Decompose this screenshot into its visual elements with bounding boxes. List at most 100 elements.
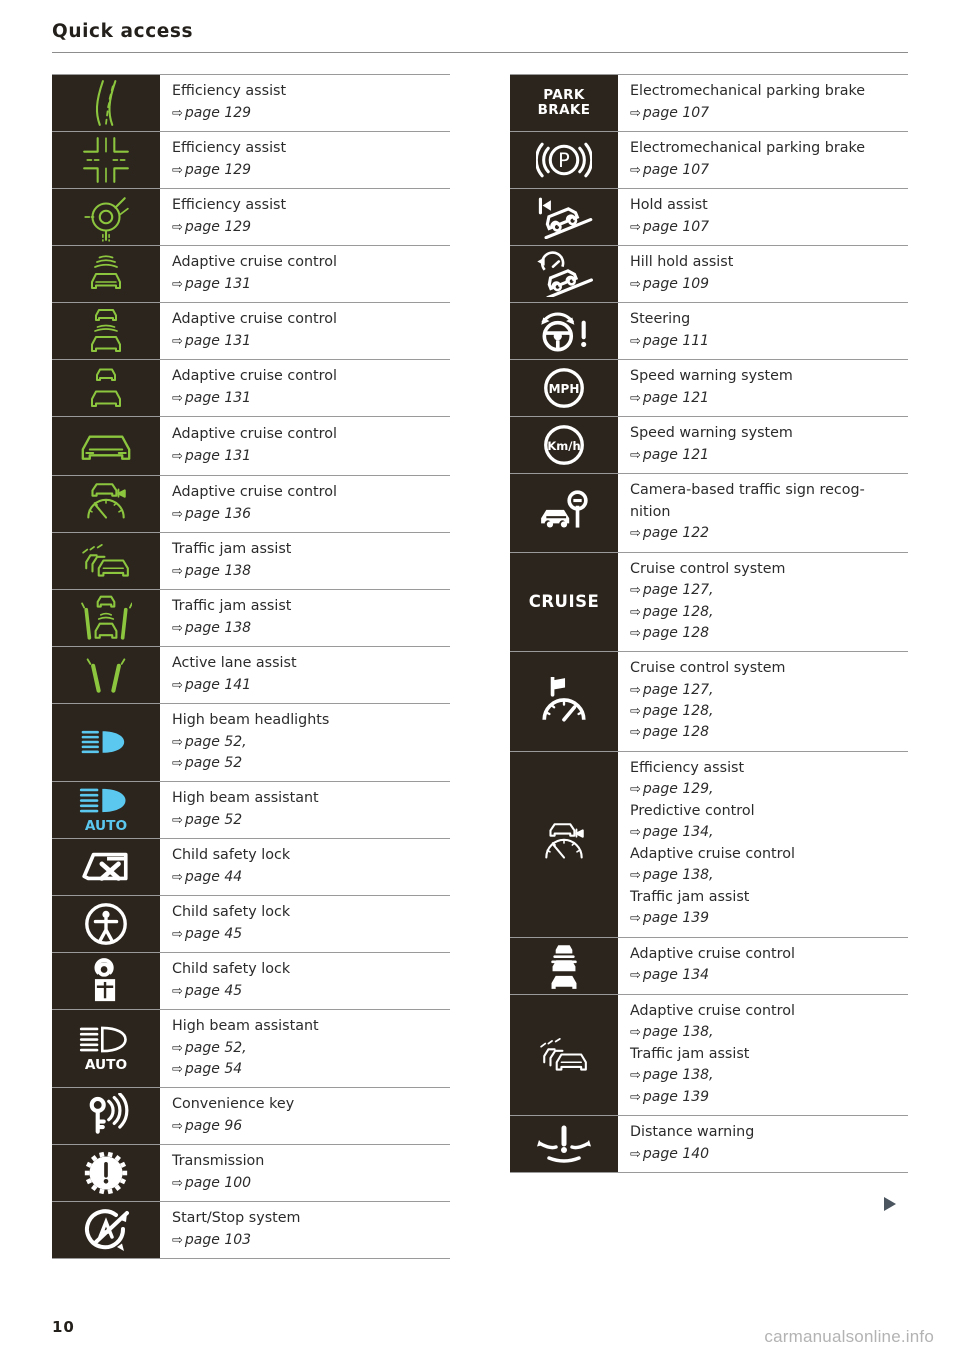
- table-row[interactable]: Cruise control system ⇨ page 127, ⇨ page 128…: [510, 652, 908, 752]
- table-row[interactable]: AUTO High beam assistant ⇨ page 52, ⇨ page 54: [52, 1010, 450, 1089]
- symbol-title: Adaptive cruise control: [630, 845, 795, 862]
- page-reference[interactable]: ⇨ page 139: [630, 1087, 904, 1108]
- table-row[interactable]: P Electromechanical parking brake ⇨ page 1…: [510, 131, 908, 189]
- page-reference[interactable]: ⇨ page 128: [630, 722, 904, 743]
- page-reference[interactable]: ⇨ page 129,: [630, 779, 904, 800]
- page-reference[interactable]: ⇨ page 138,: [630, 865, 904, 886]
- symbol-description: Start/Stop system ⇨ page 103: [162, 1202, 450, 1258]
- page-reference[interactable]: ⇨ page 129: [172, 160, 446, 181]
- page-reference[interactable]: ⇨ page 44: [172, 867, 446, 888]
- page-reference[interactable]: ⇨ page 111: [630, 331, 904, 352]
- page-reference[interactable]: ⇨ page 134,: [630, 822, 904, 843]
- table-row[interactable]: Distance warning ⇨ page 140: [510, 1115, 908, 1173]
- page-reference[interactable]: ⇨ page 107: [630, 160, 904, 181]
- table-row[interactable]: Adaptive cruise control ⇨ page 131: [52, 302, 450, 360]
- table-row[interactable]: Child safety lock ⇨ page 45: [52, 896, 450, 954]
- table-row[interactable]: Child safety lock ⇨ page 44: [52, 839, 450, 897]
- page-reference[interactable]: ⇨ page 52,: [172, 732, 446, 753]
- table-row[interactable]: Adaptive cruise control ⇨ page 131: [52, 245, 450, 303]
- page-reference[interactable]: ⇨ page 131: [172, 388, 446, 409]
- symbol-description: Child safety lock ⇨ page 45: [162, 953, 450, 1009]
- page-reference[interactable]: ⇨ page 45: [172, 981, 446, 1002]
- page-reference[interactable]: ⇨ page 138,: [630, 1065, 904, 1086]
- page-reference[interactable]: ⇨ page 122: [630, 523, 904, 544]
- page-reference[interactable]: ⇨ page 107: [630, 217, 904, 238]
- reference-arrow-icon: ⇨: [172, 755, 183, 771]
- table-row[interactable]: Adaptive cruise control ⇨ page 131: [52, 359, 450, 417]
- symbol-title: Distance warning: [630, 1123, 755, 1140]
- reference-arrow-icon: ⇨: [172, 812, 183, 828]
- table-row[interactable]: Transmission ⇨ page 100: [52, 1145, 450, 1203]
- symbol-description: Adaptive cruise control ⇨ page 138, Traffic…: [620, 995, 908, 1115]
- traffic-jam-cars-white-icon: [510, 994, 620, 1115]
- page-reference[interactable]: ⇨ page 128,: [630, 602, 904, 623]
- intersection-junction-icon: [52, 131, 162, 188]
- table-row[interactable]: MPH Speed warning system ⇨ page 121: [510, 359, 908, 417]
- page-reference[interactable]: ⇨ page 141: [172, 675, 446, 696]
- speedometer-flag-icon: [510, 652, 620, 751]
- table-row[interactable]: Efficiency assist ⇨ page 129: [52, 188, 450, 246]
- table-row[interactable]: Efficiency assist ⇨ page 129, Predictive co…: [510, 751, 908, 938]
- reference-arrow-icon: ⇨: [630, 911, 641, 927]
- table-row[interactable]: Adaptive cruise control ⇨ page 136: [52, 475, 450, 533]
- table-row[interactable]: Camera-based traffic sign recog- nition ⇨…: [510, 473, 908, 553]
- table-row[interactable]: AUTO High beam assistant ⇨ page 52: [52, 782, 450, 840]
- table-row[interactable]: Hold assist ⇨ page 107: [510, 188, 908, 246]
- table-row[interactable]: Adaptive cruise control ⇨ page 134: [510, 937, 908, 995]
- table-row[interactable]: CRUISE Cruise control system ⇨ page 127, ⇨ pa…: [510, 552, 908, 653]
- table-row[interactable]: Adaptive cruise control ⇨ page 131: [52, 416, 450, 476]
- page-reference[interactable]: ⇨ page 138,: [630, 1022, 904, 1043]
- page-reference[interactable]: ⇨ page 127,: [630, 680, 904, 701]
- table-row[interactable]: Efficiency assist ⇨ page 129: [52, 131, 450, 189]
- table-row[interactable]: High beam headlights ⇨ page 52, ⇨ page 52: [52, 703, 450, 783]
- table-row[interactable]: PARK BRAKE Electromechanical parking brake…: [510, 75, 908, 132]
- page-reference[interactable]: ⇨ page 131: [172, 446, 446, 467]
- page-reference[interactable]: ⇨ page 96: [172, 1116, 446, 1137]
- table-row[interactable]: Traffic jam assist ⇨ page 138: [52, 532, 450, 590]
- table-row[interactable]: Child safety lock ⇨ page 45: [52, 953, 450, 1011]
- table-row[interactable]: Km/h Speed warning system ⇨ page 121: [510, 416, 908, 474]
- page-reference[interactable]: ⇨ page 131: [172, 274, 446, 295]
- table-row[interactable]: Efficiency assist ⇨ page 129: [52, 75, 450, 132]
- table-row[interactable]: Steering ⇨ page 111: [510, 302, 908, 360]
- page-reference[interactable]: ⇨ page 129: [172, 103, 446, 124]
- page-reference[interactable]: ⇨ page 52: [172, 810, 446, 831]
- page-reference[interactable]: ⇨ page 128: [630, 623, 904, 644]
- convenience-key-icon: [52, 1088, 162, 1145]
- page-reference[interactable]: ⇨ page 52: [172, 753, 446, 774]
- page-reference[interactable]: ⇨ page 121: [630, 445, 904, 466]
- page-reference[interactable]: ⇨ page 131: [172, 331, 446, 352]
- page-reference[interactable]: ⇨ page 45: [172, 924, 446, 945]
- page-reference[interactable]: ⇨ page 139: [630, 908, 904, 929]
- page-reference[interactable]: ⇨ page 140: [630, 1144, 904, 1165]
- table-row[interactable]: Traffic jam assist ⇨ page 138: [52, 589, 450, 647]
- page-reference[interactable]: ⇨ page 138: [172, 561, 446, 582]
- page-reference[interactable]: ⇨ page 121: [630, 388, 904, 409]
- page-reference[interactable]: ⇨ page 128,: [630, 701, 904, 722]
- page-reference[interactable]: ⇨ page 52,: [172, 1038, 446, 1059]
- page-reference[interactable]: ⇨ page 103: [172, 1230, 446, 1251]
- reference-arrow-icon: ⇨: [172, 620, 183, 636]
- table-row[interactable]: Adaptive cruise control ⇨ page 138, Traffic…: [510, 994, 908, 1116]
- page-reference[interactable]: ⇨ page 107: [630, 103, 904, 124]
- reference-arrow-icon: ⇨: [630, 725, 641, 741]
- page-reference[interactable]: ⇨ page 134: [630, 965, 904, 986]
- reference-arrow-icon: ⇨: [172, 506, 183, 522]
- page-reference[interactable]: ⇨ page 136: [172, 504, 446, 525]
- page-reference[interactable]: ⇨ page 138: [172, 618, 446, 639]
- page-reference[interactable]: ⇨ page 100: [172, 1173, 446, 1194]
- reference-arrow-icon: ⇨: [172, 563, 183, 579]
- page-reference[interactable]: ⇨ page 109: [630, 274, 904, 295]
- page-reference[interactable]: ⇨ page 127,: [630, 580, 904, 601]
- table-row[interactable]: Convenience key ⇨ page 96: [52, 1088, 450, 1146]
- table-row[interactable]: Start/Stop system ⇨ page 103: [52, 1202, 450, 1260]
- reference-arrow-icon: ⇨: [172, 983, 183, 999]
- page-reference[interactable]: ⇨ page 54: [172, 1059, 446, 1080]
- symbol-title: Hill hold assist: [630, 253, 734, 270]
- symbol-title: Electromechanical parking brake: [630, 139, 866, 156]
- table-row[interactable]: Active lane assist ⇨ page 141: [52, 646, 450, 704]
- table-row[interactable]: Hill hold assist ⇨ page 109: [510, 245, 908, 303]
- page-reference[interactable]: ⇨ page 129: [172, 217, 446, 238]
- car-between-lane-markings-icon: [52, 589, 162, 646]
- two-cars-stacked-white-icon: [510, 937, 620, 994]
